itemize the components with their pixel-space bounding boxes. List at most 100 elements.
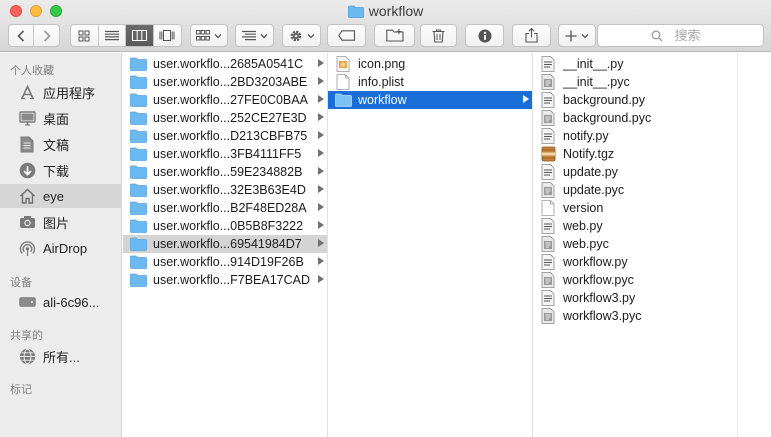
tags-button[interactable] xyxy=(327,24,366,47)
list-item[interactable]: version xyxy=(533,199,737,217)
list-item[interactable]: user.workflo...3FB4111FF5 xyxy=(123,145,327,163)
list-item[interactable]: icon.png xyxy=(328,55,532,73)
list-item[interactable]: __init__.py xyxy=(533,55,737,73)
info-icon xyxy=(478,29,491,42)
sidebar-item-label: 桌面 xyxy=(43,111,70,127)
list-item[interactable]: update.pyc xyxy=(533,181,737,199)
list-item[interactable]: update.py xyxy=(533,163,737,181)
window-title: workflow xyxy=(0,3,771,22)
group-by-button[interactable] xyxy=(190,24,228,47)
group-grid-icon xyxy=(196,30,210,41)
list-item[interactable]: user.workflo...27FE0C0BAA xyxy=(123,91,327,109)
disclosure-arrow-icon xyxy=(318,77,324,85)
list-item[interactable]: web.py xyxy=(533,217,737,235)
action-menu-button[interactable] xyxy=(282,24,321,47)
trash-button[interactable] xyxy=(420,24,457,47)
tags-header: 标记 xyxy=(10,384,32,396)
icon-view-button[interactable] xyxy=(71,25,99,46)
folder-icon xyxy=(129,92,147,108)
script-file-icon xyxy=(539,92,557,108)
sidebar-item-label: AirDrop xyxy=(43,240,88,256)
forward-button[interactable] xyxy=(34,25,59,46)
list-item-selected[interactable]: workflow xyxy=(328,91,532,109)
item-label: web.py xyxy=(563,219,603,233)
folder-icon xyxy=(334,92,352,108)
item-label: update.py xyxy=(563,165,618,179)
column-workflows: user.workflo...2685A0541C user.workflo..… xyxy=(123,53,328,437)
list-item-selected[interactable]: user.workflo...69541984D7 xyxy=(123,235,327,253)
chevron-left-icon xyxy=(17,29,25,42)
list-item[interactable]: info.plist xyxy=(328,73,532,91)
column-workflow-files: __init__.py __init__.pyc background.py b… xyxy=(533,53,737,437)
camera-icon xyxy=(17,212,37,232)
gallery-view-button[interactable] xyxy=(154,25,181,46)
sidebar-item-documents[interactable]: 文稿 xyxy=(0,132,122,156)
disclosure-arrow-icon xyxy=(318,59,324,67)
columns-icon xyxy=(131,30,147,41)
list-item[interactable]: Notify.tgz xyxy=(533,145,737,163)
list-item[interactable]: user.workflo...252CE27E3D xyxy=(123,109,327,127)
script-file-icon xyxy=(539,56,557,72)
sidebar-item-airdrop[interactable]: AirDrop xyxy=(0,236,122,260)
folder-icon xyxy=(129,164,147,180)
disclosure-arrow-icon xyxy=(318,185,324,193)
compiled-file-icon xyxy=(539,236,557,252)
grid-icon xyxy=(78,30,90,41)
list-item[interactable]: user.workflo...B2F48ED28A xyxy=(123,199,327,217)
list-item[interactable]: notify.py xyxy=(533,127,737,145)
compiled-file-icon xyxy=(539,272,557,288)
document-icon xyxy=(539,200,557,216)
gear-icon xyxy=(290,30,301,41)
disclosure-arrow-icon xyxy=(523,95,529,103)
item-label: user.workflo...2BD3203ABE xyxy=(153,75,308,89)
list-item[interactable]: user.workflo...0B5B8F3222 xyxy=(123,217,327,235)
folder-icon xyxy=(129,56,147,72)
search-input[interactable] xyxy=(598,25,763,46)
disclosure-arrow-icon xyxy=(318,167,324,175)
list-item[interactable]: user.workflo...914D19F26B xyxy=(123,253,327,271)
item-label: icon.png xyxy=(358,57,406,71)
arrange-button[interactable] xyxy=(235,24,274,47)
item-label: notify.py xyxy=(563,129,609,143)
sidebar-item-downloads[interactable]: 下载 xyxy=(0,158,122,182)
back-button[interactable] xyxy=(9,25,35,46)
list-item[interactable]: __init__.pyc xyxy=(533,73,737,91)
chevron-down-icon xyxy=(214,33,222,38)
item-label: __init__.py xyxy=(563,57,624,71)
list-item[interactable]: user.workflo...D213CBFB75 xyxy=(123,127,327,145)
disclosure-arrow-icon xyxy=(318,149,324,157)
sidebar-item-device[interactable]: ali-6c96... xyxy=(0,290,122,314)
list-item[interactable]: user.workflo...2BD3203ABE xyxy=(123,73,327,91)
list-item[interactable]: workflow3.pyc xyxy=(533,307,737,325)
list-item[interactable]: background.pyc xyxy=(533,109,737,127)
list-item[interactable]: workflow.pyc xyxy=(533,271,737,289)
add-button[interactable] xyxy=(558,24,596,47)
sidebar: 个人收藏 应用程序 桌面 文稿 下载 eye 图片 AirDrop 设备 ali… xyxy=(0,53,122,437)
sidebar-item-pictures[interactable]: 图片 xyxy=(0,210,122,234)
list-item[interactable]: web.pyc xyxy=(533,235,737,253)
share-button[interactable] xyxy=(512,24,551,47)
list-item[interactable]: workflow3.py xyxy=(533,289,737,307)
search-field[interactable] xyxy=(597,24,764,47)
back-forward-control xyxy=(8,24,60,47)
list-item[interactable]: workflow.py xyxy=(533,253,737,271)
column-view-button[interactable] xyxy=(126,25,154,46)
sidebar-item-eye[interactable]: eye xyxy=(0,184,122,208)
list-item[interactable]: user.workflo...32E3B63E4D xyxy=(123,181,327,199)
sidebar-item-shared-all[interactable]: 所有... xyxy=(0,344,122,368)
sidebar-item-applications[interactable]: 应用程序 xyxy=(0,80,122,104)
list-item[interactable]: background.py xyxy=(533,91,737,109)
sidebar-item-desktop[interactable]: 桌面 xyxy=(0,106,122,130)
list-item[interactable]: user.workflo...F7BEA17CAD xyxy=(123,271,327,289)
view-mode-control xyxy=(70,24,182,47)
disclosure-arrow-icon xyxy=(318,221,324,229)
get-info-button[interactable] xyxy=(465,24,504,47)
list-item[interactable]: user.workflo...59E234882B xyxy=(123,163,327,181)
compiled-file-icon xyxy=(539,110,557,126)
list-item[interactable]: user.workflo...2685A0541C xyxy=(123,55,327,73)
new-folder-button[interactable] xyxy=(374,24,415,47)
item-label: user.workflo...252CE27E3D xyxy=(153,111,307,125)
list-view-button[interactable] xyxy=(99,25,126,46)
folder-icon xyxy=(129,200,147,216)
column-workflow-contents: icon.png info.plist workflow xyxy=(328,53,533,437)
